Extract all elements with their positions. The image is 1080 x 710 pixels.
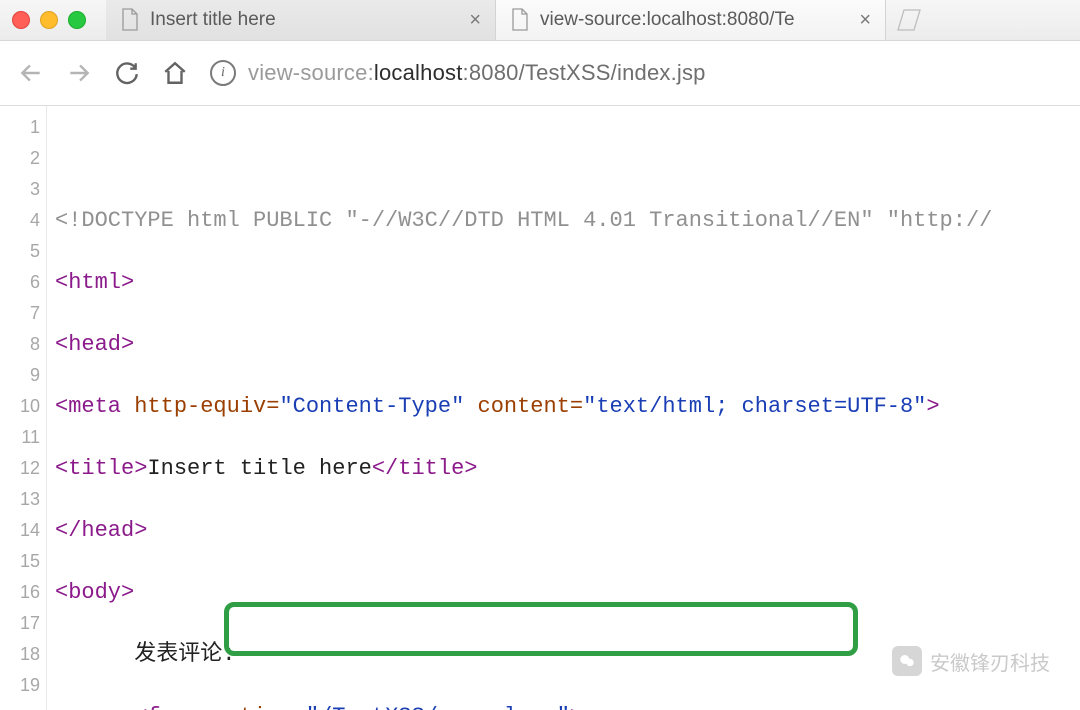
maximize-window-button[interactable] bbox=[68, 11, 86, 29]
wechat-icon bbox=[892, 646, 922, 676]
tab-title: view-source:localhost:8080/Te bbox=[540, 9, 849, 31]
tab-view-source[interactable]: view-source:localhost:8080/Te × bbox=[496, 0, 886, 40]
traffic-lights bbox=[12, 11, 86, 29]
file-icon bbox=[120, 8, 140, 32]
file-icon bbox=[510, 8, 530, 32]
watermark-text: 安徽锋刃科技 bbox=[930, 647, 1050, 676]
toolbar: i view-source:localhost:8080/TestXSS/ind… bbox=[0, 41, 1080, 106]
back-button[interactable] bbox=[18, 60, 44, 86]
url-text: view-source:localhost:8080/TestXSS/index… bbox=[248, 60, 706, 86]
tab-insert-title[interactable]: Insert title here × bbox=[106, 0, 496, 40]
close-tab-icon[interactable]: × bbox=[859, 9, 871, 32]
new-tab-button[interactable] bbox=[886, 0, 928, 40]
site-info-icon[interactable]: i bbox=[210, 60, 236, 86]
source-code[interactable]: <!DOCTYPE html PUBLIC "-//W3C//DTD HTML … bbox=[47, 106, 992, 710]
close-tab-icon[interactable]: × bbox=[469, 9, 481, 32]
reload-button[interactable] bbox=[114, 60, 140, 86]
close-window-button[interactable] bbox=[12, 11, 30, 29]
home-button[interactable] bbox=[162, 60, 188, 86]
source-viewer: 12345678910111213141516171819 <!DOCTYPE … bbox=[0, 106, 1080, 710]
tab-strip: Insert title here × view-source:localhos… bbox=[106, 0, 928, 40]
tab-title: Insert title here bbox=[150, 9, 459, 31]
line-gutter: 12345678910111213141516171819 bbox=[0, 106, 47, 710]
watermark: 安徽锋刃科技 bbox=[892, 646, 1050, 676]
address-bar[interactable]: i view-source:localhost:8080/TestXSS/ind… bbox=[210, 60, 1062, 86]
forward-button[interactable] bbox=[66, 60, 92, 86]
titlebar: Insert title here × view-source:localhos… bbox=[0, 0, 1080, 41]
minimize-window-button[interactable] bbox=[40, 11, 58, 29]
browser-window: Insert title here × view-source:localhos… bbox=[0, 0, 1080, 710]
